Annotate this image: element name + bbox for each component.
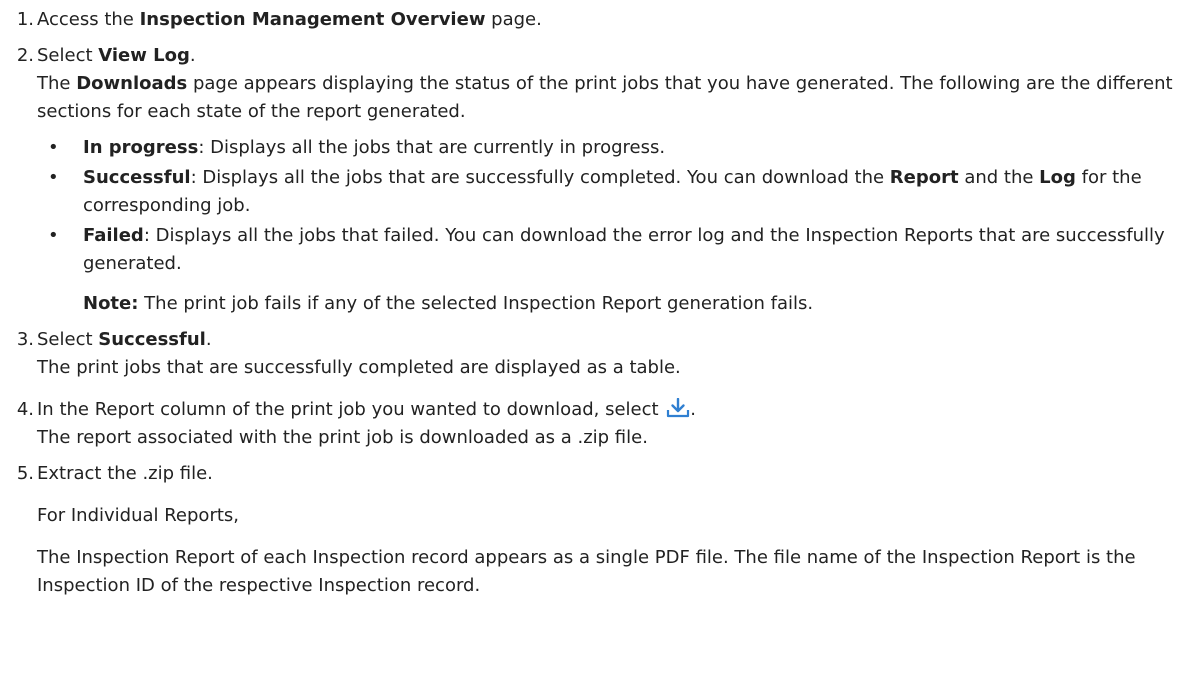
state-description: : Displays all the jobs that are success… <box>190 167 890 188</box>
note-label: Note: <box>83 293 139 314</box>
state-term: In progress <box>83 137 199 158</box>
step-number: 5. <box>16 463 34 484</box>
step-4: 4. In the Report column of the print job… <box>0 396 1184 452</box>
report-term: Report <box>889 167 959 188</box>
step-2: 2. Select View Log. The Downloads page a… <box>0 42 1184 318</box>
step-2-text: Select View Log. <box>37 42 1184 70</box>
state-description: and the <box>958 167 1040 188</box>
step-text: page. <box>485 9 542 30</box>
step-number: 3. <box>16 329 34 350</box>
log-term: Log <box>1039 167 1076 188</box>
step-2-result: The Downloads page appears displaying th… <box>37 70 1184 126</box>
command-name: Successful <box>98 329 206 350</box>
step-text: In the Report column of the print job yo… <box>37 399 665 420</box>
result-text: The <box>37 73 77 94</box>
step-number: 4. <box>16 399 34 420</box>
paragraph: For Individual Reports, <box>37 505 239 526</box>
state-term: Failed <box>83 225 144 246</box>
step-1-text: Access the Inspection Management Overvie… <box>37 6 1184 34</box>
download-icon[interactable] <box>666 397 690 418</box>
step-text: Access the <box>37 9 140 30</box>
list-item: • Successful: Displays all the jobs that… <box>37 164 1184 220</box>
page-name: Downloads <box>76 73 188 94</box>
result-text: page appears displaying the status of th… <box>37 73 1173 122</box>
step-text: . <box>189 45 196 66</box>
step-4-text: In the Report column of the print job yo… <box>37 396 1184 424</box>
step-3: 3. Select Successful. The print jobs tha… <box>0 326 1184 382</box>
page-name: Inspection Management Overview <box>139 9 486 30</box>
state-description: : Displays all the jobs that are current… <box>198 137 666 158</box>
step-3-text: Select Successful. <box>37 326 1184 354</box>
step-5: 5. Extract the .zip file. For Individual… <box>0 460 1184 600</box>
step-text: Select <box>37 45 99 66</box>
note: Note: The print job fails if any of the … <box>37 290 1184 318</box>
state-list: • In progress: Displays all the jobs tha… <box>37 134 1184 278</box>
state-description: : Displays all the jobs that failed. You… <box>83 225 1165 274</box>
bullet-icon: • <box>48 137 59 158</box>
step-number: 1. <box>16 9 34 30</box>
step-text: Select <box>37 329 99 350</box>
note-text: The print job fails if any of the select… <box>138 293 814 314</box>
paragraph: The Inspection Report of each Inspection… <box>37 547 1136 596</box>
step-5-text: Extract the .zip file. <box>37 463 213 484</box>
step-number: 2. <box>16 45 34 66</box>
step-3-result: The print jobs that are successfully com… <box>37 357 681 378</box>
list-item: • In progress: Displays all the jobs tha… <box>37 134 1184 162</box>
command-name: View Log <box>98 45 190 66</box>
step-4-result: The report associated with the print job… <box>37 427 648 448</box>
bullet-icon: • <box>48 167 59 188</box>
step-1: 1. Access the Inspection Management Over… <box>0 6 1184 34</box>
state-term: Successful <box>83 167 191 188</box>
procedure-document: 1. Access the Inspection Management Over… <box>0 0 1184 691</box>
bullet-icon: • <box>48 225 59 246</box>
step-text: . <box>205 329 212 350</box>
step-text: . <box>690 399 697 420</box>
list-item: • Failed: Displays all the jobs that fai… <box>37 222 1184 278</box>
